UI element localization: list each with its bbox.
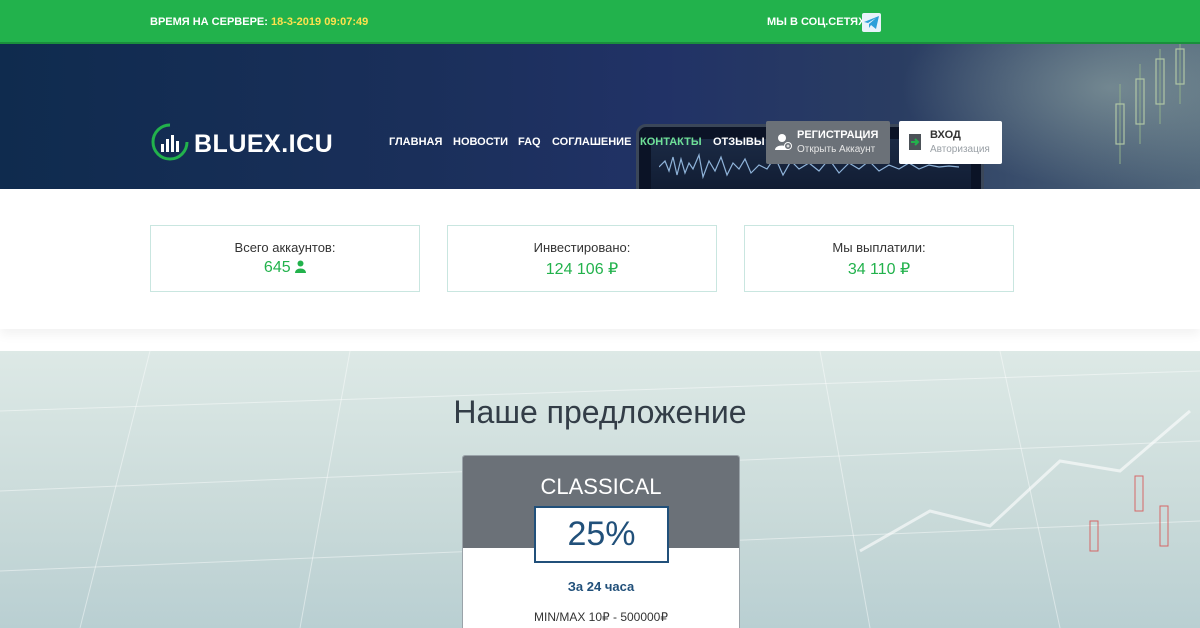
candlestick-graphic: [1115, 44, 1185, 164]
stat-accounts: Всего аккаунтов: 645: [150, 225, 420, 292]
logo-text: BLUEX.ICU: [194, 130, 334, 158]
plan-card-classical[interactable]: CLASSICAL 25% За 24 часа MIN/MAX 10₽ - 5…: [462, 455, 740, 628]
nav-faq[interactable]: FAQ: [518, 136, 541, 148]
server-time-label: ВРЕМЯ НА СЕРВЕРЕ:: [150, 16, 268, 28]
server-time-value: 18-3-2019 09:07:49: [271, 16, 369, 28]
header-hero: BLUEX.ICU ГЛАВНАЯ НОВОСТИ FAQ СОГЛАШЕНИЕ…: [0, 44, 1200, 189]
stats-section: Всего аккаунтов: 645 Инвестировано: 124 …: [0, 189, 1200, 329]
stat-paid-value: 34 110 ₽: [847, 261, 911, 278]
offer-section: Наше предложение CLASSICAL 25% За 24 час…: [0, 351, 1200, 628]
plan-period: За 24 часа: [567, 579, 635, 594]
login-subtitle: Авторизация: [930, 144, 990, 155]
user-icon: [295, 260, 307, 273]
register-title: РЕГИСТРАЦИЯ: [797, 129, 879, 141]
plan-percent: 25%: [534, 506, 669, 563]
stat-invested-label: Инвестировано:: [533, 240, 631, 255]
stat-paid: Мы выплатили: 34 110 ₽: [744, 225, 1014, 292]
stat-accounts-value-row: 645: [151, 259, 419, 277]
telegram-icon[interactable]: [862, 13, 881, 32]
server-time-block: ВРЕМЯ НА СЕРВЕРЕ: 18-3-2019 09:07:49: [150, 16, 368, 28]
social-label: МЫ В СОЦ.СЕТЯХ:: [767, 16, 870, 28]
nav-home[interactable]: ГЛАВНАЯ: [389, 136, 442, 148]
offer-title: Наше предложение: [453, 394, 747, 430]
logo-chart-icon: [151, 123, 189, 161]
register-button[interactable]: РЕГИСТРАЦИЯ Открыть Аккаунт: [766, 121, 890, 164]
plan-name: CLASSICAL: [540, 474, 662, 499]
stat-invested: Инвестировано: 124 106 ₽: [447, 225, 717, 292]
user-add-icon: [775, 134, 792, 150]
login-title: ВХОД: [930, 129, 961, 141]
stat-invested-value: 124 106 ₽: [545, 261, 619, 278]
top-bar: ВРЕМЯ НА СЕРВЕРЕ: 18-3-2019 09:07:49 МЫ …: [0, 0, 1200, 44]
register-subtitle: Открыть Аккаунт: [797, 144, 876, 155]
stat-paid-label: Мы выплатили:: [832, 240, 926, 255]
stat-accounts-label: Всего аккаунтов:: [234, 240, 336, 255]
nav-agreement[interactable]: СОГЛАШЕНИЕ: [552, 136, 631, 148]
stat-accounts-value: 645: [263, 259, 291, 276]
nav-contacts[interactable]: КОНТАКТЫ: [640, 136, 702, 148]
login-button[interactable]: ВХОД Авторизация: [899, 121, 1002, 164]
nav-reviews[interactable]: ОТЗЫВЫ: [713, 136, 765, 148]
nav-news[interactable]: НОВОСТИ: [453, 136, 508, 148]
login-icon: [909, 134, 921, 150]
plan-minmax: MIN/MAX 10₽ - 500000₽: [534, 610, 668, 624]
